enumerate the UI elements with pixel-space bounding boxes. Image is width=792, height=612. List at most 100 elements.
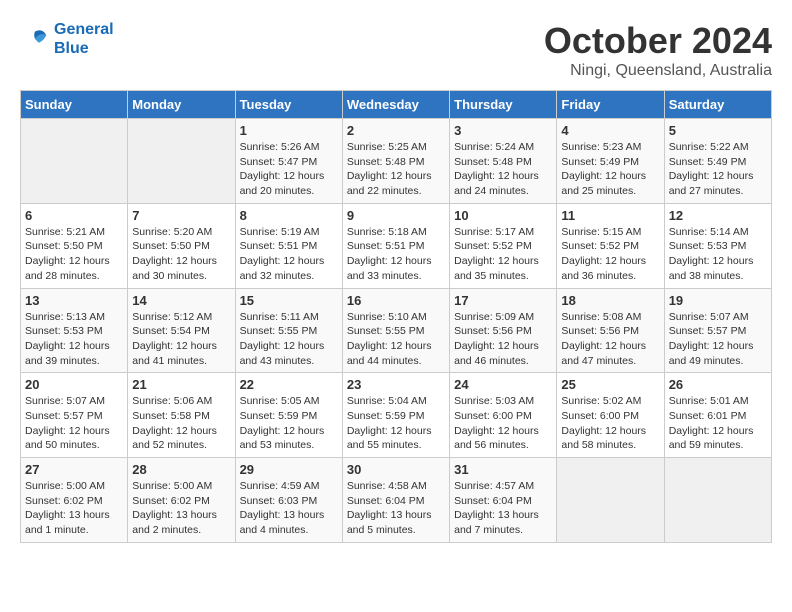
day-number: 20 xyxy=(25,377,123,392)
cell-info: Sunrise: 5:06 AM Sunset: 5:58 PM Dayligh… xyxy=(132,394,230,453)
calendar-cell xyxy=(128,119,235,204)
day-number: 4 xyxy=(561,123,659,138)
day-number: 12 xyxy=(669,208,767,223)
cell-info: Sunrise: 5:01 AM Sunset: 6:01 PM Dayligh… xyxy=(669,394,767,453)
cell-info: Sunrise: 5:09 AM Sunset: 5:56 PM Dayligh… xyxy=(454,310,552,369)
calendar-week-1: 1 Sunrise: 5:26 AM Sunset: 5:47 PM Dayli… xyxy=(21,119,772,204)
day-number: 15 xyxy=(240,293,338,308)
day-number: 27 xyxy=(25,462,123,477)
page-header: General Blue October 2024 Ningi, Queensl… xyxy=(20,20,772,80)
calendar-table: SundayMondayTuesdayWednesdayThursdayFrid… xyxy=(20,90,772,543)
calendar-cell: 4 Sunrise: 5:23 AM Sunset: 5:49 PM Dayli… xyxy=(557,119,664,204)
calendar-week-5: 27 Sunrise: 5:00 AM Sunset: 6:02 PM Dayl… xyxy=(21,458,772,543)
day-header-monday: Monday xyxy=(128,91,235,119)
day-number: 6 xyxy=(25,208,123,223)
day-number: 31 xyxy=(454,462,552,477)
day-number: 16 xyxy=(347,293,445,308)
calendar-cell: 28 Sunrise: 5:00 AM Sunset: 6:02 PM Dayl… xyxy=(128,458,235,543)
calendar-cell: 15 Sunrise: 5:11 AM Sunset: 5:55 PM Dayl… xyxy=(235,288,342,373)
logo: General Blue xyxy=(20,20,114,58)
calendar-cell: 27 Sunrise: 5:00 AM Sunset: 6:02 PM Dayl… xyxy=(21,458,128,543)
day-number: 26 xyxy=(669,377,767,392)
day-number: 8 xyxy=(240,208,338,223)
calendar-cell: 13 Sunrise: 5:13 AM Sunset: 5:53 PM Dayl… xyxy=(21,288,128,373)
calendar-cell: 24 Sunrise: 5:03 AM Sunset: 6:00 PM Dayl… xyxy=(450,373,557,458)
calendar-header-row: SundayMondayTuesdayWednesdayThursdayFrid… xyxy=(21,91,772,119)
calendar-cell: 6 Sunrise: 5:21 AM Sunset: 5:50 PM Dayli… xyxy=(21,203,128,288)
calendar-cell: 23 Sunrise: 5:04 AM Sunset: 5:59 PM Dayl… xyxy=(342,373,449,458)
cell-info: Sunrise: 5:22 AM Sunset: 5:49 PM Dayligh… xyxy=(669,140,767,199)
calendar-cell: 26 Sunrise: 5:01 AM Sunset: 6:01 PM Dayl… xyxy=(664,373,771,458)
cell-info: Sunrise: 5:19 AM Sunset: 5:51 PM Dayligh… xyxy=(240,225,338,284)
cell-info: Sunrise: 5:17 AM Sunset: 5:52 PM Dayligh… xyxy=(454,225,552,284)
day-number: 25 xyxy=(561,377,659,392)
logo-text: General Blue xyxy=(54,20,114,58)
cell-info: Sunrise: 4:59 AM Sunset: 6:03 PM Dayligh… xyxy=(240,479,338,538)
cell-info: Sunrise: 5:02 AM Sunset: 6:00 PM Dayligh… xyxy=(561,394,659,453)
day-number: 13 xyxy=(25,293,123,308)
day-header-friday: Friday xyxy=(557,91,664,119)
cell-info: Sunrise: 5:05 AM Sunset: 5:59 PM Dayligh… xyxy=(240,394,338,453)
calendar-cell: 2 Sunrise: 5:25 AM Sunset: 5:48 PM Dayli… xyxy=(342,119,449,204)
calendar-cell: 19 Sunrise: 5:07 AM Sunset: 5:57 PM Dayl… xyxy=(664,288,771,373)
cell-info: Sunrise: 5:12 AM Sunset: 5:54 PM Dayligh… xyxy=(132,310,230,369)
calendar-cell: 14 Sunrise: 5:12 AM Sunset: 5:54 PM Dayl… xyxy=(128,288,235,373)
day-number: 7 xyxy=(132,208,230,223)
calendar-cell: 30 Sunrise: 4:58 AM Sunset: 6:04 PM Dayl… xyxy=(342,458,449,543)
day-header-wednesday: Wednesday xyxy=(342,91,449,119)
calendar-cell xyxy=(21,119,128,204)
calendar-cell: 29 Sunrise: 4:59 AM Sunset: 6:03 PM Dayl… xyxy=(235,458,342,543)
cell-info: Sunrise: 5:25 AM Sunset: 5:48 PM Dayligh… xyxy=(347,140,445,199)
day-number: 17 xyxy=(454,293,552,308)
day-number: 10 xyxy=(454,208,552,223)
day-number: 5 xyxy=(669,123,767,138)
calendar-cell: 9 Sunrise: 5:18 AM Sunset: 5:51 PM Dayli… xyxy=(342,203,449,288)
calendar-cell: 1 Sunrise: 5:26 AM Sunset: 5:47 PM Dayli… xyxy=(235,119,342,204)
day-number: 29 xyxy=(240,462,338,477)
calendar-cell: 7 Sunrise: 5:20 AM Sunset: 5:50 PM Dayli… xyxy=(128,203,235,288)
calendar-cell: 5 Sunrise: 5:22 AM Sunset: 5:49 PM Dayli… xyxy=(664,119,771,204)
calendar-cell: 21 Sunrise: 5:06 AM Sunset: 5:58 PM Dayl… xyxy=(128,373,235,458)
cell-info: Sunrise: 4:58 AM Sunset: 6:04 PM Dayligh… xyxy=(347,479,445,538)
day-number: 23 xyxy=(347,377,445,392)
cell-info: Sunrise: 5:08 AM Sunset: 5:56 PM Dayligh… xyxy=(561,310,659,369)
cell-info: Sunrise: 5:07 AM Sunset: 5:57 PM Dayligh… xyxy=(669,310,767,369)
calendar-cell: 22 Sunrise: 5:05 AM Sunset: 5:59 PM Dayl… xyxy=(235,373,342,458)
cell-info: Sunrise: 4:57 AM Sunset: 6:04 PM Dayligh… xyxy=(454,479,552,538)
day-header-saturday: Saturday xyxy=(664,91,771,119)
day-number: 19 xyxy=(669,293,767,308)
calendar-cell xyxy=(557,458,664,543)
calendar-cell xyxy=(664,458,771,543)
cell-info: Sunrise: 5:11 AM Sunset: 5:55 PM Dayligh… xyxy=(240,310,338,369)
day-number: 24 xyxy=(454,377,552,392)
calendar-cell: 31 Sunrise: 4:57 AM Sunset: 6:04 PM Dayl… xyxy=(450,458,557,543)
day-number: 30 xyxy=(347,462,445,477)
calendar-cell: 8 Sunrise: 5:19 AM Sunset: 5:51 PM Dayli… xyxy=(235,203,342,288)
logo-icon xyxy=(20,24,50,54)
month-title: October 2024 xyxy=(544,20,772,62)
day-header-sunday: Sunday xyxy=(21,91,128,119)
location-subtitle: Ningi, Queensland, Australia xyxy=(544,62,772,80)
day-number: 11 xyxy=(561,208,659,223)
cell-info: Sunrise: 5:20 AM Sunset: 5:50 PM Dayligh… xyxy=(132,225,230,284)
cell-info: Sunrise: 5:26 AM Sunset: 5:47 PM Dayligh… xyxy=(240,140,338,199)
calendar-title-block: October 2024 Ningi, Queensland, Australi… xyxy=(544,20,772,80)
day-number: 28 xyxy=(132,462,230,477)
calendar-cell: 16 Sunrise: 5:10 AM Sunset: 5:55 PM Dayl… xyxy=(342,288,449,373)
cell-info: Sunrise: 5:00 AM Sunset: 6:02 PM Dayligh… xyxy=(132,479,230,538)
cell-info: Sunrise: 5:00 AM Sunset: 6:02 PM Dayligh… xyxy=(25,479,123,538)
day-header-tuesday: Tuesday xyxy=(235,91,342,119)
day-header-thursday: Thursday xyxy=(450,91,557,119)
day-number: 3 xyxy=(454,123,552,138)
calendar-cell: 18 Sunrise: 5:08 AM Sunset: 5:56 PM Dayl… xyxy=(557,288,664,373)
calendar-cell: 17 Sunrise: 5:09 AM Sunset: 5:56 PM Dayl… xyxy=(450,288,557,373)
calendar-cell: 12 Sunrise: 5:14 AM Sunset: 5:53 PM Dayl… xyxy=(664,203,771,288)
cell-info: Sunrise: 5:10 AM Sunset: 5:55 PM Dayligh… xyxy=(347,310,445,369)
day-number: 18 xyxy=(561,293,659,308)
cell-info: Sunrise: 5:24 AM Sunset: 5:48 PM Dayligh… xyxy=(454,140,552,199)
calendar-week-3: 13 Sunrise: 5:13 AM Sunset: 5:53 PM Dayl… xyxy=(21,288,772,373)
cell-info: Sunrise: 5:04 AM Sunset: 5:59 PM Dayligh… xyxy=(347,394,445,453)
cell-info: Sunrise: 5:23 AM Sunset: 5:49 PM Dayligh… xyxy=(561,140,659,199)
cell-info: Sunrise: 5:03 AM Sunset: 6:00 PM Dayligh… xyxy=(454,394,552,453)
day-number: 2 xyxy=(347,123,445,138)
